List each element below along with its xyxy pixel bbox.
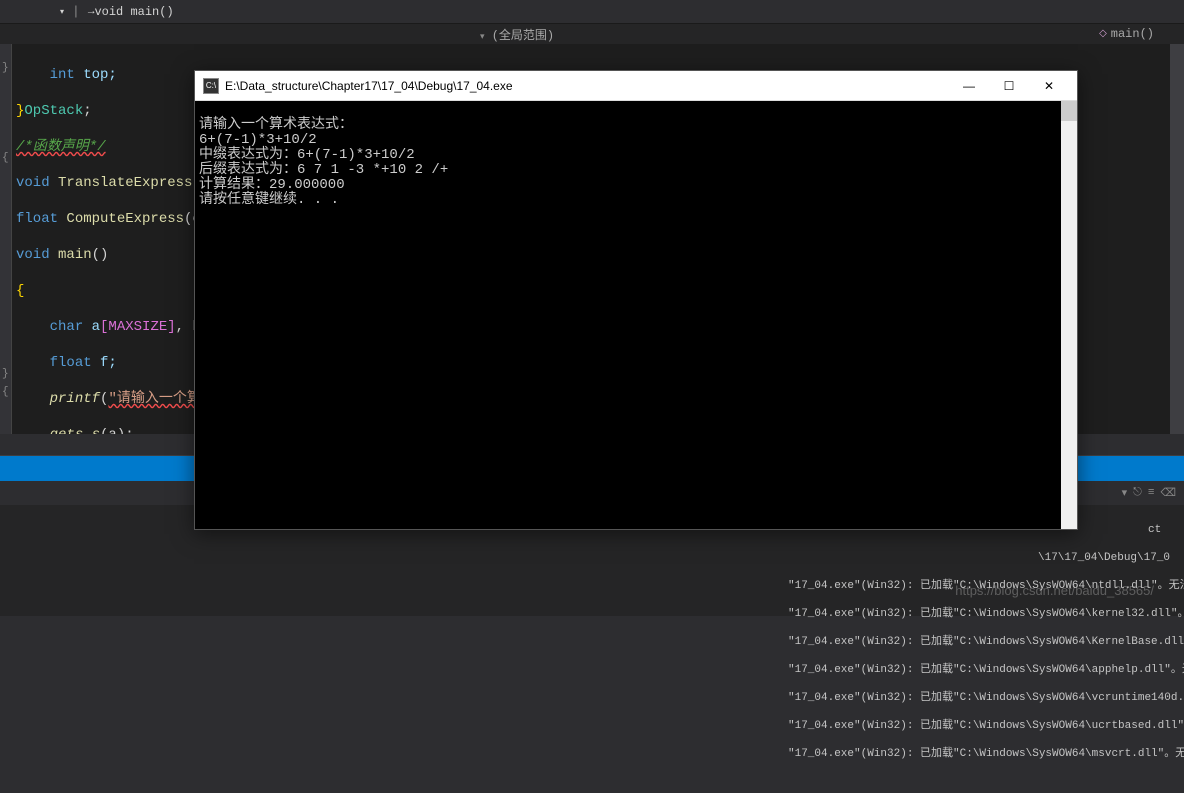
close-button[interactable]: ✕ (1029, 72, 1069, 100)
editor-gutter: } { } { (0, 44, 12, 434)
console-output[interactable]: 请输入一个算术表达式： 6+(7-1)*3+10/2 中缀表达式为：6+(7-1… (195, 101, 1077, 529)
tool-icon[interactable]: ⌫ (1160, 486, 1176, 500)
scope-text: (全局范围) (492, 29, 554, 43)
output-content[interactable]: ct \17\17_04\Debug\17_0 "17_04.exe"(Win3… (0, 505, 1184, 793)
maximize-button[interactable]: ☐ (989, 72, 1029, 100)
scroll-thumb[interactable] (1061, 101, 1077, 121)
method-icon: ◇ (1099, 28, 1107, 40)
console-window: C:\ E:\Data_structure\Chapter17\17_04\De… (194, 70, 1078, 530)
chevron-down-icon[interactable]: ▾ (60, 7, 64, 17)
arrow-right-icon: → (88, 6, 95, 18)
function-text: main() (1111, 27, 1154, 41)
console-titlebar[interactable]: C:\ E:\Data_structure\Chapter17\17_04\De… (195, 71, 1077, 101)
editor-scrollbar[interactable] (1170, 44, 1184, 434)
minimize-button[interactable]: — (949, 72, 989, 100)
console-title: E:\Data_structure\Chapter17\17_04\Debug\… (225, 79, 513, 93)
separator: | (72, 4, 80, 19)
console-app-icon: C:\ (203, 78, 219, 94)
tool-icon[interactable]: ≡ (1148, 487, 1155, 499)
scope-dropdown[interactable]: ▾ (全局范围) (480, 26, 554, 43)
watermark: https://blog.csdn.net/baidu_38565/ (955, 583, 1154, 598)
function-dropdown[interactable]: ◇ main() (1099, 27, 1154, 41)
tool-icon[interactable]: ⎋ (1133, 487, 1142, 499)
breadcrumb-bar: ▾ (全局范围) ◇ main() (0, 24, 1184, 44)
top-toolbar: ▾ | → void main() (0, 0, 1184, 24)
console-scrollbar[interactable] (1061, 101, 1077, 529)
dropdown-icon[interactable]: ▾ (1122, 486, 1128, 500)
scope-label[interactable]: void main() (94, 5, 173, 19)
chevron-icon: ▾ (480, 32, 485, 42)
